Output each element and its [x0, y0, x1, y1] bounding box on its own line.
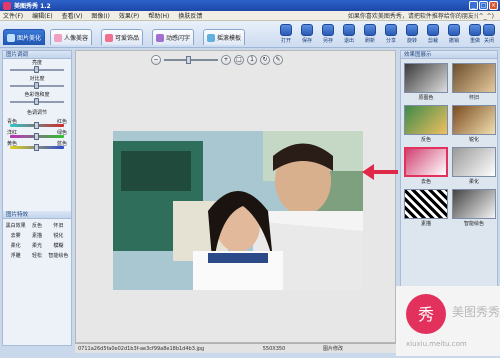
- tab-flash-text[interactable]: 动感闪字: [152, 29, 195, 45]
- photo-image: [113, 131, 363, 290]
- zoom-slider[interactable]: [164, 56, 218, 64]
- svg-text:秀: 秀: [418, 305, 434, 324]
- saturation-slider[interactable]: 色彩饱和度: [3, 91, 71, 107]
- status-bar: 0711a26d5fa0e02d1b3f-ae3cf99a8e18b1d4b3.…: [75, 343, 396, 353]
- picture-icon: [7, 33, 15, 42]
- menu-bar: 文件(F) 编辑(E) 查看(V) 图像(I) 效果(P) 帮助(H) 换肤反馈…: [0, 11, 500, 21]
- preview-panel: 效果图展示 原图色 怀旧 反色 锐化 去色 柔化 素描 智能绘色: [400, 50, 498, 315]
- share-icon: [385, 24, 397, 36]
- zoom-out-icon[interactable]: −: [151, 55, 161, 65]
- effect-thumbnail[interactable]: 去色: [404, 147, 448, 185]
- yellow-blue-slider[interactable]: 黄色 蓝色: [3, 140, 71, 151]
- exit-button[interactable]: 退出: [339, 24, 359, 46]
- effects-panel: 图片特效 黑白效果 反色 怀旧 去雾 素描 锐化 柔化 柔光 模糊 浮雕 轻松 …: [3, 211, 71, 262]
- template-icon: [207, 33, 215, 42]
- effect-item[interactable]: 模糊: [48, 242, 69, 249]
- close-button[interactable]: ×: [489, 1, 498, 10]
- effect-thumbnail[interactable]: 智能绘色: [452, 189, 496, 227]
- tab-templates[interactable]: 摇滚模板: [203, 29, 246, 45]
- effect-thumbnail[interactable]: 锐化: [452, 105, 496, 143]
- status-image-size: 550X350: [262, 345, 286, 352]
- crop-icon: [427, 24, 439, 36]
- color-adjust-title: 色调调节: [26, 110, 47, 116]
- menu-image[interactable]: 图像(I): [91, 11, 109, 20]
- actual-size-icon[interactable]: 1: [247, 55, 257, 65]
- refresh-icon: [364, 24, 376, 36]
- effect-thumbnail[interactable]: 怀旧: [452, 63, 496, 101]
- rotate-button[interactable]: 旋转: [402, 24, 422, 46]
- effect-thumbnail[interactable]: 柔化: [452, 147, 496, 185]
- save-button[interactable]: 保存: [297, 24, 317, 46]
- tab-image-beautify[interactable]: 图片美化: [3, 29, 46, 45]
- effect-item[interactable]: 智能绘色: [48, 252, 69, 259]
- effect-item[interactable]: 怀旧: [48, 222, 69, 229]
- undo-button[interactable]: 撤销: [444, 24, 464, 46]
- folder-icon: [280, 24, 292, 36]
- menu-skin[interactable]: 换肤反馈: [178, 11, 202, 20]
- heart-icon: [105, 33, 113, 42]
- text-icon: [156, 33, 164, 42]
- menu-effects[interactable]: 效果(P): [119, 11, 139, 20]
- save-as-button[interactable]: 另存: [318, 24, 338, 46]
- rotate-icon: [406, 24, 418, 36]
- face-icon: [54, 33, 62, 42]
- effect-item[interactable]: 轻松: [26, 252, 47, 259]
- arrow-left-icon: [362, 164, 398, 180]
- effect-thumbnail[interactable]: 反色: [404, 105, 448, 143]
- status-hint: 图片修改: [323, 346, 344, 352]
- marquee-text: 如果你喜欢美图秀秀，请把软件推荐给你的朋友!(^_^): [347, 13, 494, 20]
- menu-file[interactable]: 文件(F): [3, 11, 23, 20]
- effect-item[interactable]: 浮雕: [5, 252, 26, 259]
- effect-thumbnail[interactable]: 素描: [404, 189, 448, 227]
- exit-icon: [343, 24, 355, 36]
- canvas-area: − + □ 1 ↻ ✎: [75, 50, 396, 343]
- effects-title: 图片特效: [3, 211, 71, 219]
- window-title: 美图秀秀 1.2: [14, 3, 51, 10]
- contrast-slider[interactable]: 对比度: [3, 75, 71, 91]
- undo-icon: [448, 24, 460, 36]
- cyan-red-slider[interactable]: 青色 红色: [3, 118, 71, 129]
- rotate-icon[interactable]: ↻: [260, 55, 270, 65]
- crop-button[interactable]: 剪裁: [423, 24, 443, 46]
- share-button[interactable]: 分享: [381, 24, 401, 46]
- brand-logo: 秀 美图秀秀 xiuxiu.meitu.com: [396, 286, 500, 356]
- effect-thumbnail[interactable]: 原图色: [404, 63, 448, 101]
- close-image-button[interactable]: 关闭: [479, 24, 499, 46]
- app-icon: [3, 1, 11, 10]
- fit-icon[interactable]: □: [234, 55, 244, 65]
- menu-view[interactable]: 查看(V): [62, 11, 83, 20]
- title-bar: 美图秀秀 1.2 _ □ ×: [0, 0, 500, 11]
- menu-edit[interactable]: 编辑(E): [32, 11, 52, 20]
- toolbar: 图片美化 人像美容 可爱饰品 动感闪字 摇滚模板 打开 保存 另存 退出 刷新 …: [0, 21, 500, 48]
- maximize-button[interactable]: □: [479, 1, 488, 10]
- menu-help[interactable]: 帮助(H): [148, 11, 169, 20]
- effect-item[interactable]: 锐化: [48, 232, 69, 239]
- zoom-bar: − + □ 1 ↻ ✎: [151, 54, 316, 66]
- adjust-panel: 图片调调 亮度 对比度 色彩饱和度 色调调节 青色 红色 洋红 绿色 黄色 蓝色 图片…: [2, 50, 72, 346]
- minimize-button[interactable]: _: [469, 1, 478, 10]
- adjust-panel-title: 图片调调: [3, 51, 71, 59]
- effect-item[interactable]: 柔光: [26, 242, 47, 249]
- tab-portrait[interactable]: 人像美容: [50, 29, 93, 45]
- close-icon: [483, 24, 495, 36]
- zoom-in-icon[interactable]: +: [221, 55, 231, 65]
- magenta-green-slider[interactable]: 洋红 绿色: [3, 129, 71, 140]
- status-file-name: 0711a26d5fa0e02d1b3f-ae3cf99a8e18b1d4b3.…: [78, 345, 205, 352]
- open-button[interactable]: 打开: [276, 24, 296, 46]
- tab-accessories[interactable]: 可爱饰品: [101, 29, 144, 45]
- effect-item[interactable]: 素描: [26, 232, 47, 239]
- preview-title: 效果图展示: [401, 51, 497, 59]
- effect-item[interactable]: 黑白效果: [5, 222, 26, 229]
- brightness-slider[interactable]: 亮度: [3, 59, 71, 75]
- svg-text:xiuxiu.meitu.com: xiuxiu.meitu.com: [406, 340, 467, 348]
- refresh-button[interactable]: 刷新: [360, 24, 380, 46]
- save-icon: [301, 24, 313, 36]
- effect-item[interactable]: 柔化: [5, 242, 26, 249]
- effect-item[interactable]: 反色: [26, 222, 47, 229]
- photo-canvas[interactable]: [113, 131, 363, 290]
- save-as-icon: [322, 24, 334, 36]
- effect-item[interactable]: 去雾: [5, 232, 26, 239]
- edit-icon[interactable]: ✎: [273, 55, 283, 65]
- svg-text:美图秀秀: 美图秀秀: [452, 305, 500, 319]
